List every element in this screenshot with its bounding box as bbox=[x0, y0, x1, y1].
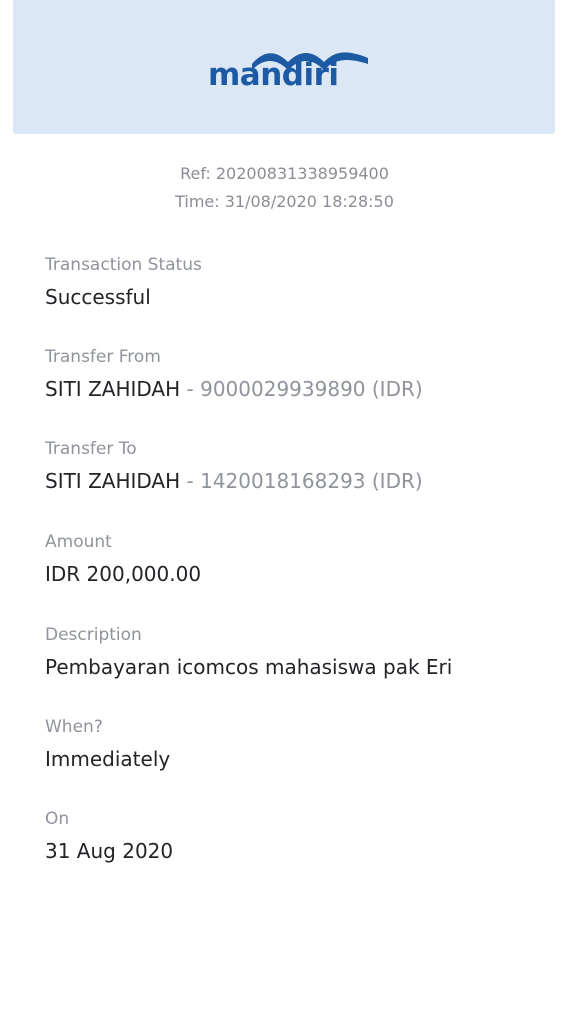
field-label: On bbox=[45, 809, 70, 829]
separator: - bbox=[180, 469, 201, 493]
mandiri-logo: mandiri bbox=[208, 44, 373, 100]
reference-number: Ref: 20200831338959400 bbox=[180, 164, 389, 183]
transfer-to-field: Transfer To SITI ZAHIDAH - 1420018168293… bbox=[45, 438, 545, 495]
transfer-from-value: SITI ZAHIDAH - 9000029939890 (IDR) bbox=[45, 375, 545, 403]
when-field: When? Immediately bbox=[45, 716, 545, 773]
field-label: Transfer From bbox=[45, 347, 161, 367]
transaction-time: Time: 31/08/2020 18:28:50 bbox=[175, 192, 394, 211]
sender-name: SITI ZAHIDAH bbox=[45, 377, 181, 401]
recipient-account: 1420018168293 (IDR) bbox=[200, 469, 423, 493]
amount-field: Amount IDR 200,000.00 bbox=[45, 531, 545, 588]
field-label: Transfer To bbox=[45, 439, 137, 459]
field-label: Amount bbox=[45, 532, 112, 552]
reference-block: Ref: 20200831338959400 Time: 31/08/2020 … bbox=[0, 160, 569, 216]
field-label: When? bbox=[45, 717, 103, 737]
field-label: Transaction Status bbox=[45, 255, 202, 275]
field-label: Description bbox=[45, 625, 142, 645]
amount-value: IDR 200,000.00 bbox=[45, 562, 202, 586]
brand-name: mandiri bbox=[208, 57, 339, 93]
description-field: Description Pembayaran icomcos mahasiswa… bbox=[45, 624, 545, 681]
separator: - bbox=[180, 377, 201, 401]
recipient-name: SITI ZAHIDAH bbox=[45, 469, 181, 493]
sender-account: 9000029939890 (IDR) bbox=[200, 377, 423, 401]
when-value: Immediately bbox=[45, 747, 171, 771]
date-value: 31 Aug 2020 bbox=[45, 839, 174, 863]
transaction-status-field: Transaction Status Successful bbox=[45, 254, 545, 311]
receipt-header: mandiri bbox=[13, 0, 555, 134]
description-value: Pembayaran icomcos mahasiswa pak Eri bbox=[45, 655, 453, 679]
transfer-to-value: SITI ZAHIDAH - 1420018168293 (IDR) bbox=[45, 467, 545, 495]
transfer-from-field: Transfer From SITI ZAHIDAH - 90000299398… bbox=[45, 346, 545, 403]
date-field: On 31 Aug 2020 bbox=[45, 808, 545, 865]
transaction-status-value: Successful bbox=[45, 285, 151, 309]
